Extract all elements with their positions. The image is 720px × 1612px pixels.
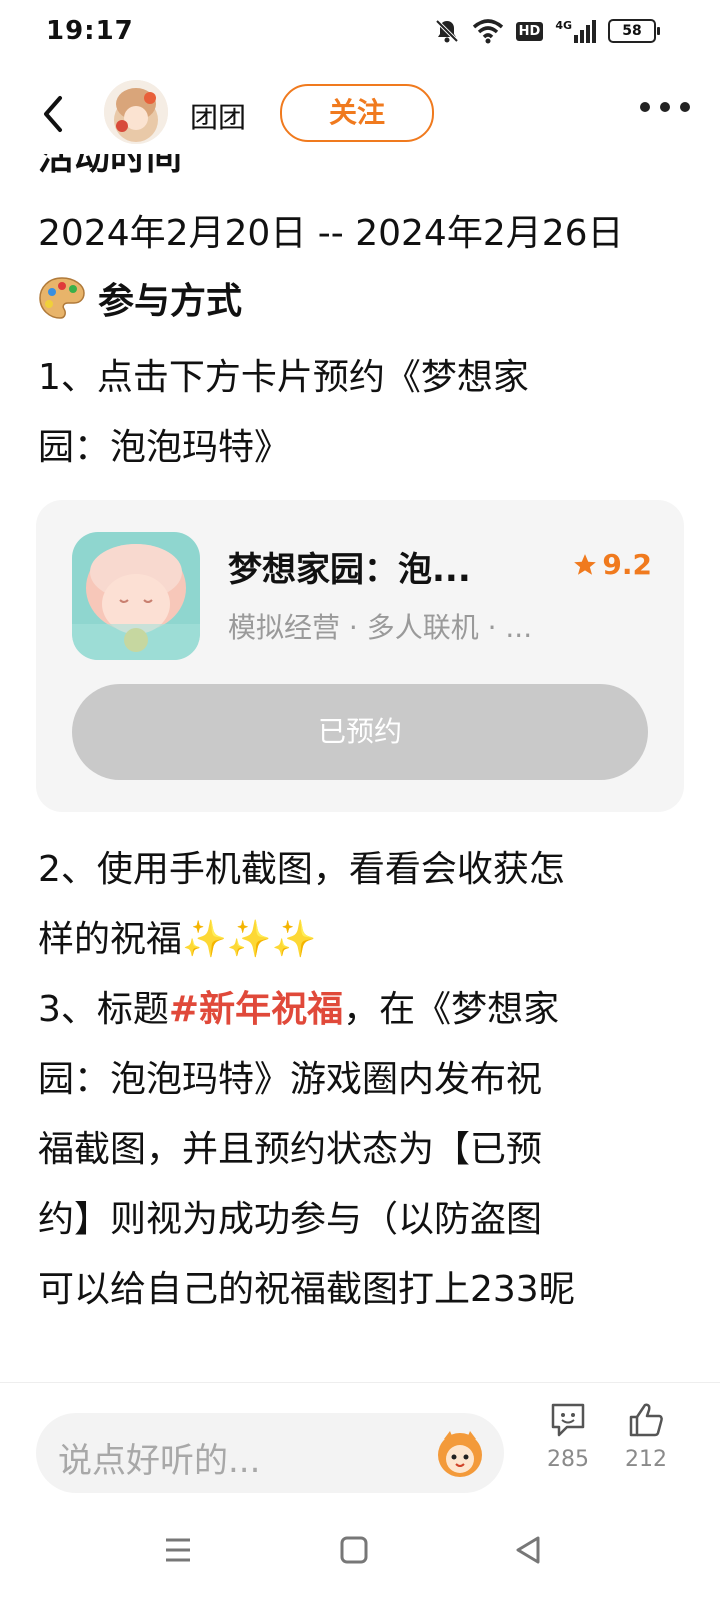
comment-icon bbox=[551, 1403, 585, 1437]
hd-badge: HD bbox=[515, 21, 544, 41]
step1-line2: 园：泡泡玛特》 bbox=[38, 427, 291, 468]
signal-icon: 4G bbox=[555, 19, 596, 43]
step3-suffix: ，在《梦想家 bbox=[343, 989, 560, 1030]
game-title[interactable]: 梦想家园：泡... bbox=[228, 542, 538, 591]
section-title: 参与方式 bbox=[98, 281, 243, 322]
status-icons: HD 4G 58 bbox=[434, 18, 660, 44]
game-rating: 9.2 bbox=[572, 548, 652, 581]
game-tags: 模拟经营 · 多人联机 · ... bbox=[228, 611, 533, 644]
game-icon[interactable] bbox=[72, 532, 200, 660]
home-icon[interactable] bbox=[334, 1530, 374, 1570]
step2-line1: 2、使用手机截图，看看会收获怎 bbox=[38, 849, 565, 890]
hashtag-link[interactable]: #新年祝福 bbox=[169, 989, 343, 1030]
article-content: 活动时间 2024年2月20日 -- 2024年2月26日 参与方式 1、点击下… bbox=[0, 154, 720, 1382]
network-type: 4G bbox=[555, 19, 572, 32]
battery-icon: 58 bbox=[608, 19, 660, 43]
like-count: 212 bbox=[625, 1447, 667, 1472]
step3-line4: 约】则视为成功参与（以防盗图 bbox=[38, 1199, 543, 1240]
mascot-icon[interactable] bbox=[434, 1427, 486, 1479]
comment-input[interactable]: 说点好听的... bbox=[36, 1413, 504, 1493]
more-options-icon[interactable] bbox=[640, 102, 690, 112]
date-range: 2024年2月20日 -- 2024年2月26日 bbox=[38, 213, 624, 254]
clipped-heading: 活动时间 bbox=[38, 154, 182, 176]
step3-line3: 福截图，并且预约状态为【已预 bbox=[38, 1129, 543, 1170]
step3-line1: 3、标题#新年祝福，在《梦想家 bbox=[38, 980, 559, 1032]
status-bar: 19:17 HD 4G 58 bbox=[0, 0, 720, 66]
wifi-icon bbox=[472, 19, 503, 44]
comment-count: 285 bbox=[547, 1447, 589, 1472]
thumbs-up-icon bbox=[629, 1403, 663, 1437]
battery-level: 58 bbox=[622, 23, 642, 39]
palette-icon bbox=[39, 277, 85, 319]
top-nav: 团团 关注 bbox=[0, 74, 720, 154]
username[interactable]: 团团 bbox=[190, 96, 246, 136]
step3-prefix: 3、标题 bbox=[38, 989, 169, 1030]
step1-line1: 1、点击下方卡片预约《梦想家 bbox=[38, 357, 529, 398]
mute-bell-icon bbox=[435, 19, 459, 43]
reserved-button[interactable]: 已预约 bbox=[72, 684, 648, 780]
step3-line5: 可以给自己的祝福截图打上233昵 bbox=[38, 1269, 575, 1310]
bottom-bar: 说点好听的... 285 212 bbox=[0, 1382, 720, 1495]
comment-placeholder: 说点好听的... bbox=[58, 1441, 261, 1481]
star-icon bbox=[574, 553, 597, 575]
system-nav-bar bbox=[0, 1494, 720, 1612]
back-arrow-icon[interactable] bbox=[34, 92, 74, 136]
follow-button[interactable]: 关注 bbox=[280, 84, 434, 142]
sparkles-emoji: ✨✨✨ bbox=[182, 919, 317, 960]
menu-icon[interactable] bbox=[158, 1530, 198, 1570]
step2-line2-text: 样的祝福 bbox=[38, 919, 183, 960]
step3-line2: 园：泡泡玛特》游戏圈内发布祝 bbox=[38, 1059, 543, 1100]
section-heading: 参与方式 bbox=[38, 272, 242, 324]
step2-line2: 样的祝福✨✨✨ bbox=[38, 910, 317, 962]
avatar-image bbox=[104, 80, 168, 144]
status-time: 19:17 bbox=[46, 16, 134, 46]
back-triangle-icon[interactable] bbox=[508, 1530, 548, 1570]
comment-action[interactable]: 285 bbox=[538, 1399, 598, 1472]
game-icon-image bbox=[72, 532, 200, 660]
like-action[interactable]: 212 bbox=[616, 1399, 676, 1472]
clipped-heading-text: 活动时间 bbox=[38, 154, 183, 176]
avatar[interactable] bbox=[104, 80, 168, 144]
rating-value: 9.2 bbox=[602, 548, 652, 581]
game-card[interactable]: 梦想家园：泡... 9.2 模拟经营 · 多人联机 · ... 已预约 bbox=[36, 500, 684, 812]
